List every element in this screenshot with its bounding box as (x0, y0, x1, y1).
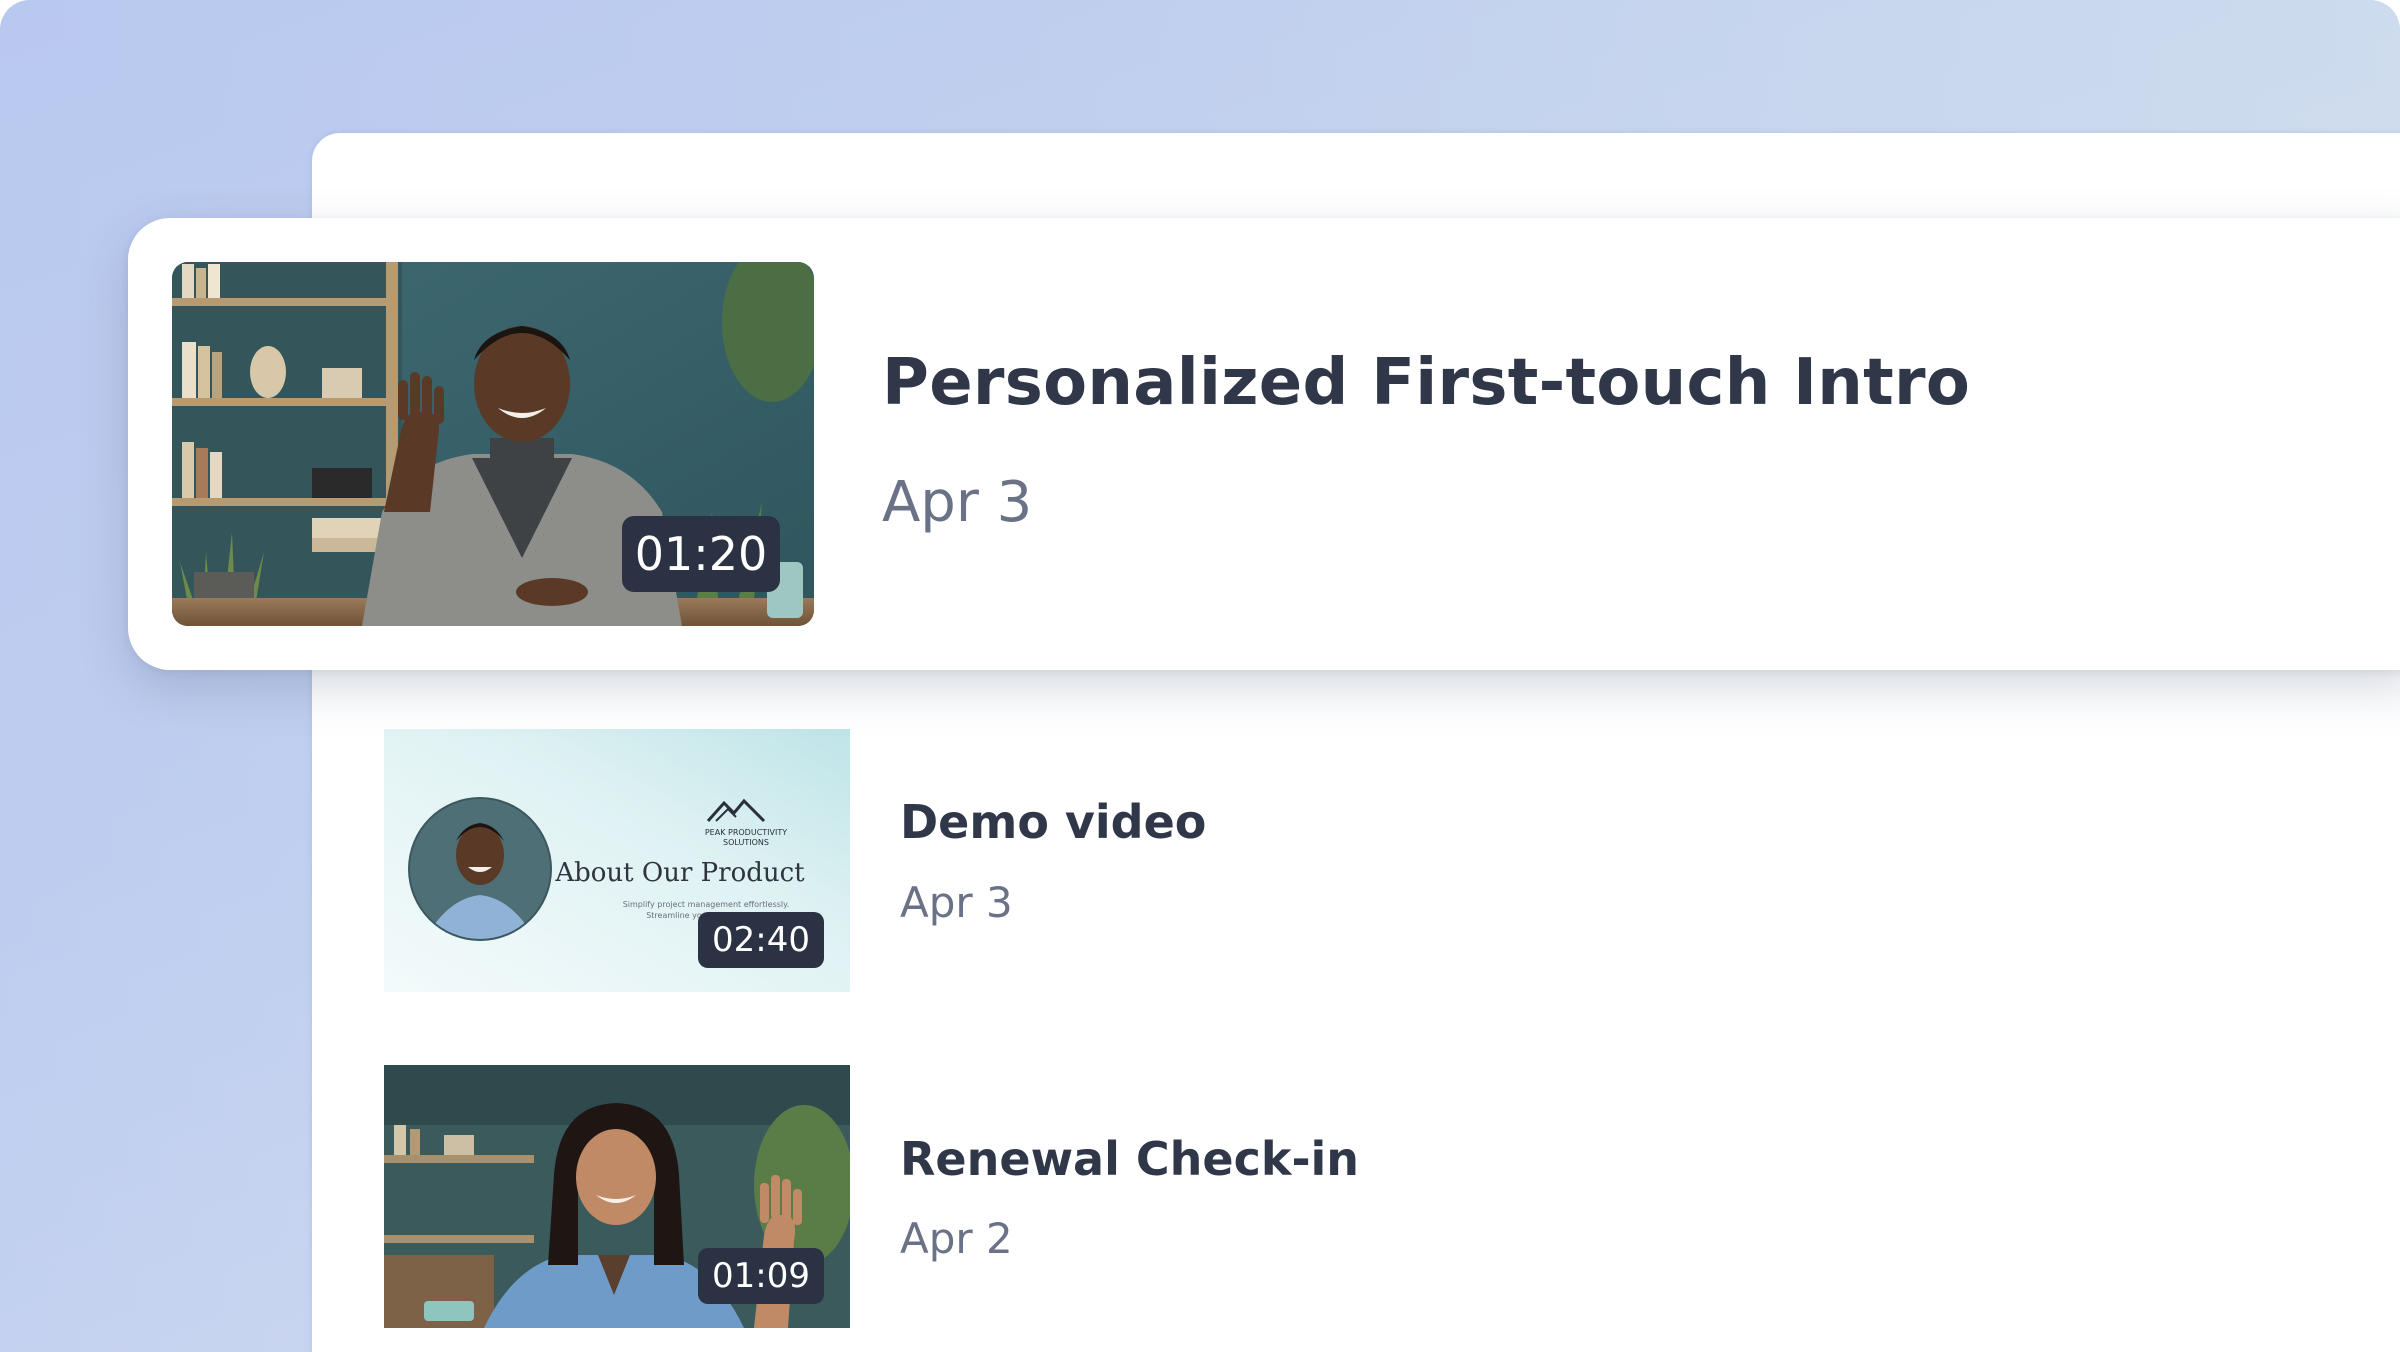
brand-label-line1: PEAK PRODUCTIVITY (705, 828, 787, 837)
video-date: Apr 3 (900, 878, 1013, 927)
video-date: Apr 3 (882, 470, 1033, 535)
duration-badge: 01:09 (698, 1248, 824, 1304)
video-title[interactable]: Personalized First-touch Intro (882, 346, 1970, 420)
video-thumbnail[interactable]: 01:20 (172, 262, 814, 626)
duration-badge: 01:20 (622, 516, 780, 592)
slide-subtext-2: Streamline yo (646, 911, 702, 920)
video-title[interactable]: Demo video (900, 795, 1206, 849)
slide-subtext-1: Simplify project management effortlessly… (623, 900, 790, 909)
video-date: Apr 2 (900, 1214, 1013, 1263)
featured-video-card[interactable]: 01:20 Personalized First-touch Intro Apr… (128, 218, 2400, 670)
slide-heading: About Our Product (554, 858, 805, 888)
video-thumbnail[interactable]: 01:09 (384, 1065, 850, 1328)
duration-badge: 02:40 (698, 912, 824, 968)
video-thumbnail[interactable]: PEAK PRODUCTIVITY SOLUTIONS About Our Pr… (384, 729, 850, 992)
video-title[interactable]: Renewal Check-in (900, 1132, 1359, 1186)
brand-label-line2: SOLUTIONS (723, 838, 769, 847)
